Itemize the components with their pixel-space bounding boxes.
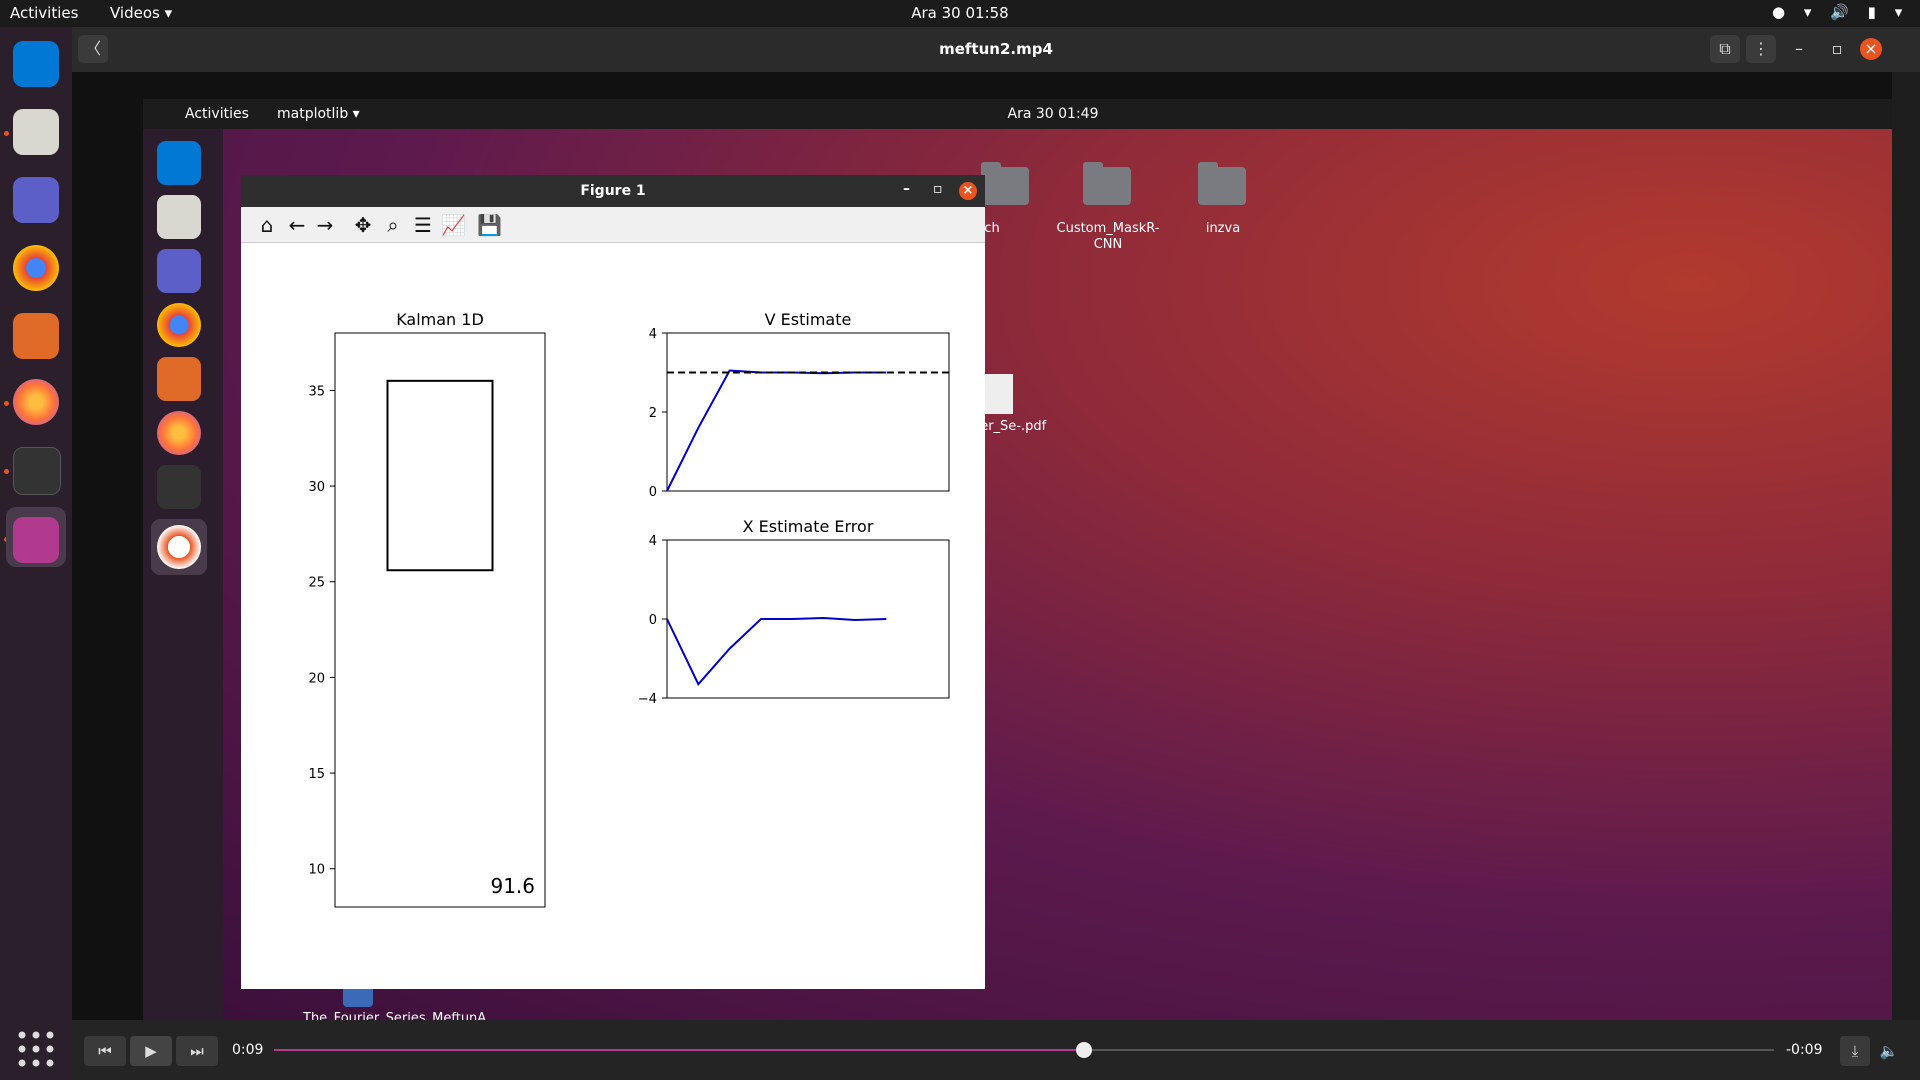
forward-arrow-icon[interactable]: →: [313, 213, 337, 237]
fullscreen-button[interactable]: ⤓: [1840, 1036, 1870, 1066]
terminal-icon[interactable]: [13, 447, 61, 495]
player-header: 〈 meftun2.mp4 ⧉ ⋮ – ▫ ×: [72, 27, 1920, 72]
minimize-icon[interactable]: –: [903, 181, 910, 197]
minimize-button[interactable]: –: [1784, 35, 1814, 63]
close-icon[interactable]: ×: [959, 182, 977, 200]
teams-tray-icon[interactable]: ●: [1772, 3, 1785, 21]
system-tray[interactable]: ● ▾ 🔊 ▮ ▾: [1758, 3, 1902, 21]
volume-icon[interactable]: 🔊: [1830, 3, 1849, 21]
folder-icon: [981, 162, 1029, 205]
activities-button[interactable]: Activities: [10, 4, 78, 22]
axes-frame: [666, 332, 950, 492]
desktop-icon-label: Custom_MaskR-CNN: [1056, 221, 1160, 252]
figure-toolbar: ⌂ ← → ✥ ⌕ ☰ 📈 💾: [241, 207, 985, 243]
inner-files-icon: [157, 195, 201, 239]
figure-titlebar[interactable]: Figure 1 – ▫ ×: [241, 175, 985, 207]
top-bar: Activities Videos ▾ Ara 30 01:58 ● ▾ 🔊 ▮…: [0, 0, 1920, 27]
seek-bar[interactable]: [274, 1042, 1774, 1058]
chart-title: X Estimate Error: [743, 517, 874, 536]
y-tick-label: 0: [649, 613, 657, 628]
chart-title: V Estimate: [765, 310, 852, 329]
y-tick-label: 25: [308, 576, 325, 591]
back-arrow-icon[interactable]: ←: [285, 213, 309, 237]
y-tick-label: 35: [308, 384, 325, 399]
impress-icon[interactable]: [13, 313, 59, 359]
inner-top-bar: Activities matplotlib ▾ Ara 30 01:49: [143, 99, 1892, 129]
chevron-down-icon[interactable]: ▾: [1895, 3, 1903, 21]
series-line: [666, 617, 887, 686]
desktop-icon-label: The_Fourier_Series_MeftunA...: [303, 1011, 499, 1020]
inner-chrome-icon: [157, 303, 201, 347]
play-button[interactable]: ▶: [130, 1036, 172, 1066]
zoom-icon[interactable]: ⌕: [381, 213, 405, 237]
y-tick-label: 30: [308, 480, 325, 495]
remaining-time: -0:09: [1786, 1042, 1823, 1058]
dock: [0, 27, 72, 1080]
app-menu[interactable]: Videos ▾: [110, 4, 172, 22]
pip-button[interactable]: ⧉: [1710, 35, 1740, 63]
figure-window[interactable]: Figure 1 – ▫ × ⌂ ← → ✥ ⌕ ☰ 📈 💾 Kalman 1D…: [241, 175, 985, 989]
axes-frame: [334, 332, 546, 908]
wifi-icon[interactable]: ▾: [1804, 3, 1812, 21]
previous-button[interactable]: ⏮: [84, 1036, 126, 1066]
annotation-label: 91.6: [490, 874, 535, 898]
maximize-icon[interactable]: ▫: [933, 181, 943, 197]
inner-vscode-icon: [157, 141, 201, 185]
bar: [386, 379, 494, 572]
video-title: meftun2.mp4: [939, 40, 1053, 58]
inner-terminal-icon: [157, 465, 201, 509]
y-tick-label: 4: [649, 534, 657, 549]
folder-icon: [1083, 162, 1131, 205]
pdf-file-icon: [983, 374, 1013, 414]
y-tick-label: 0: [649, 485, 657, 500]
recorded-desktop: Activities matplotlib ▾ Ara 30 01:49 ech…: [143, 99, 1892, 1020]
desktop-icon-label: inzva: [1205, 221, 1241, 236]
y-tick-label: 2: [649, 406, 657, 421]
y-tick-label: 10: [308, 863, 325, 878]
next-button[interactable]: ⏭: [176, 1036, 218, 1066]
close-button[interactable]: ×: [1860, 38, 1882, 60]
chart-title: Kalman 1D: [396, 310, 484, 329]
video-frame[interactable]: Activities matplotlib ▾ Ara 30 01:49 ech…: [72, 72, 1892, 1020]
pan-icon[interactable]: ✥: [351, 213, 375, 237]
files-icon[interactable]: [13, 109, 59, 155]
inner-impress-icon: [157, 357, 201, 401]
customize-icon[interactable]: 📈: [441, 213, 466, 237]
menu-button[interactable]: ⋮: [1746, 35, 1776, 63]
maximize-button[interactable]: ▫: [1822, 35, 1852, 63]
videos-icon[interactable]: [13, 517, 59, 563]
inner-matplotlib-icon: [157, 525, 201, 569]
clock[interactable]: Ara 30 01:58: [0, 4, 1920, 22]
inner-firefox-icon: [157, 411, 201, 455]
volume-button[interactable]: 🔈: [1874, 1036, 1904, 1066]
home-icon[interactable]: ⌂: [255, 213, 279, 237]
series-line: [666, 369, 887, 492]
figure-canvas: Kalman 1D 10 15 20 25 30 35 91.6 V Estimate 0 2 4 X …: [308, 310, 950, 908]
inner-teams-icon: [157, 249, 201, 293]
y-tick-label: −4: [638, 692, 657, 707]
inner-dock: [143, 129, 223, 1020]
teams-icon[interactable]: [13, 177, 59, 223]
y-tick-label: 15: [308, 767, 325, 782]
save-icon[interactable]: 💾: [477, 213, 502, 237]
vscode-icon[interactable]: [13, 41, 59, 87]
seek-handle[interactable]: [1076, 1042, 1092, 1058]
show-apps-icon[interactable]: [14, 1027, 58, 1071]
folder-icon: [1198, 162, 1246, 205]
y-tick-label: 20: [308, 671, 325, 686]
inner-clock: Ara 30 01:49: [1007, 106, 1099, 122]
battery-icon[interactable]: ▮: [1868, 3, 1876, 21]
subplots-icon[interactable]: ☰: [411, 213, 435, 237]
seek-progress: [274, 1049, 1084, 1051]
elapsed-time: 0:09: [232, 1042, 264, 1058]
firefox-icon[interactable]: [13, 379, 59, 425]
player-controls: ⏮ ▶ ⏭ 0:09 -0:09 ⤓ 🔈: [72, 1020, 1920, 1080]
figure-title: Figure 1: [580, 183, 646, 199]
chrome-icon[interactable]: [13, 245, 59, 291]
y-tick-label: 4: [649, 327, 657, 342]
